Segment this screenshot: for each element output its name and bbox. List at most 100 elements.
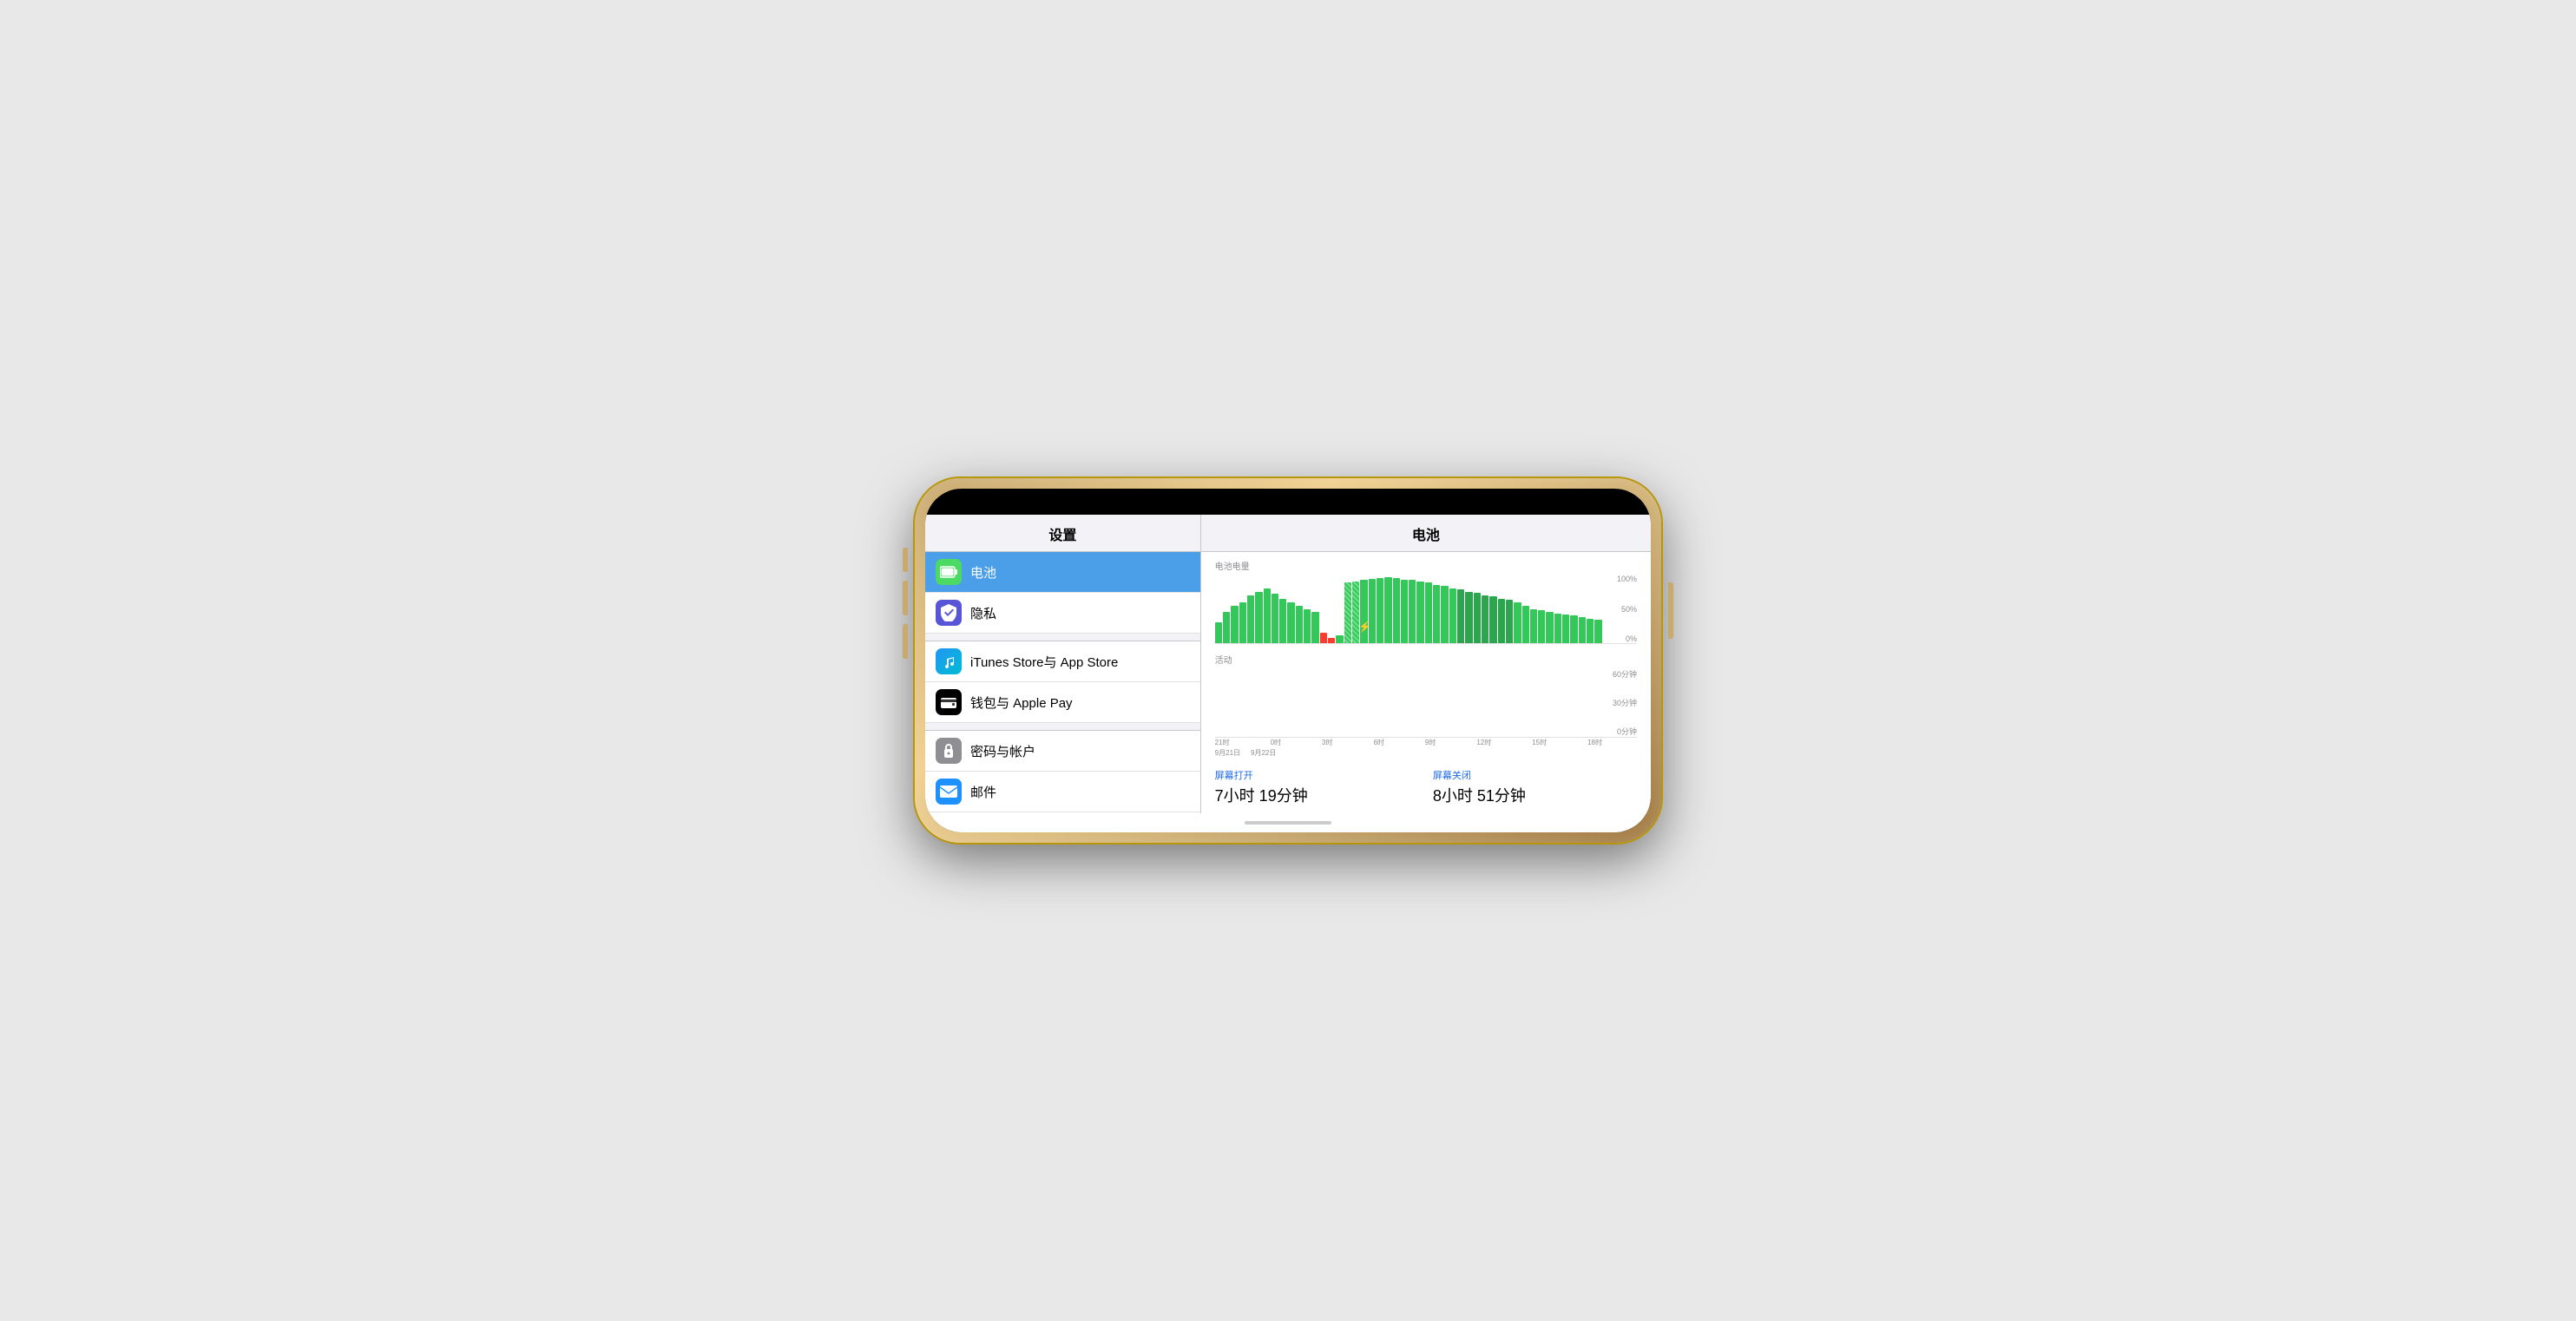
time-label-2: 3时 bbox=[1322, 738, 1332, 747]
stats-row: 屏幕打开 7小时 19分钟 屏幕关闭 8小时 51分钟 bbox=[1215, 768, 1637, 806]
battery-bar-40 bbox=[1538, 610, 1545, 643]
battery-grid: 100% 50% 0% bbox=[1606, 575, 1637, 643]
battery-bar-46 bbox=[1587, 619, 1594, 643]
battery-bar-31 bbox=[1465, 592, 1472, 643]
battery-bar-3 bbox=[1239, 602, 1246, 643]
passwords-icon bbox=[936, 738, 962, 764]
battery-bar-34 bbox=[1489, 596, 1496, 643]
battery-bar-7 bbox=[1272, 594, 1278, 643]
battery-bar-8 bbox=[1279, 599, 1286, 643]
battery-bar-38 bbox=[1522, 606, 1529, 643]
settings-item-privacy[interactable]: 隐私 bbox=[925, 593, 1200, 634]
screen-off-stat: 屏幕关闭 8小时 51分钟 bbox=[1433, 768, 1637, 806]
battery-bars bbox=[1215, 575, 1602, 643]
screen-content: 设置 电池隐私 iTunes Store与 App Store 钱包与 Apple … bbox=[925, 489, 1651, 832]
battery-bar-22 bbox=[1393, 578, 1400, 643]
wallet-icon bbox=[936, 689, 962, 715]
screen-on-stat: 屏幕打开 7小时 19分钟 bbox=[1215, 768, 1419, 806]
act-grid-30: 30分钟 bbox=[1606, 697, 1637, 708]
privacy-label: 隐私 bbox=[970, 604, 996, 622]
battery-bar-6 bbox=[1264, 588, 1271, 643]
settings-item-passwords[interactable]: 密码与帐户 bbox=[925, 730, 1200, 772]
date-label-0: 9月21日 bbox=[1215, 748, 1240, 758]
grid-50: 50% bbox=[1606, 605, 1637, 614]
battery-bar-28 bbox=[1441, 586, 1448, 643]
time-label-0: 21时 bbox=[1215, 738, 1230, 747]
home-bar bbox=[925, 813, 1651, 832]
mute-button bbox=[903, 548, 908, 572]
settings-item-wallet[interactable]: 钱包与 Apple Pay bbox=[925, 682, 1200, 723]
battery-chart-label: 电池电量 bbox=[1215, 559, 1637, 572]
screen-on-label: 屏幕打开 bbox=[1215, 768, 1419, 782]
battery-bar-21 bbox=[1384, 577, 1391, 643]
time-label-6: 15时 bbox=[1532, 738, 1547, 747]
battery-bar-35 bbox=[1498, 599, 1505, 643]
itunes-icon bbox=[936, 648, 962, 674]
battery-panel: 电池 电池电量 100% 50% 0% bbox=[1201, 515, 1651, 813]
battery-bar-29 bbox=[1449, 588, 1456, 643]
volume-up-button bbox=[903, 581, 908, 615]
wallet-label: 钱包与 Apple Pay bbox=[970, 693, 1073, 712]
act-grid-0: 0分钟 bbox=[1606, 726, 1637, 737]
date-labels: 9月21日9月22日 bbox=[1215, 748, 1602, 758]
battery-bar-19 bbox=[1369, 579, 1376, 643]
battery-bar-0 bbox=[1215, 622, 1222, 643]
battery-bar-16 bbox=[1344, 582, 1351, 643]
battery-bar-32 bbox=[1474, 593, 1481, 643]
battery-bar-4 bbox=[1247, 595, 1254, 643]
home-indicator bbox=[1245, 821, 1331, 825]
battery-bar-2 bbox=[1231, 606, 1238, 643]
settings-title: 设置 bbox=[925, 515, 1200, 552]
battery-content: 电池电量 100% 50% 0% ⚡ bbox=[1201, 552, 1651, 813]
time-labels: 21时0时3时6时9时12时15时18时 bbox=[1215, 738, 1602, 747]
battery-bar-5 bbox=[1255, 592, 1262, 643]
battery-bar-27 bbox=[1433, 585, 1440, 643]
battery-bar-26 bbox=[1425, 582, 1432, 643]
settings-item-itunes[interactable]: iTunes Store与 App Store bbox=[925, 641, 1200, 682]
battery-bar-42 bbox=[1554, 614, 1561, 643]
settings-item-mail[interactable]: 邮件 bbox=[925, 772, 1200, 812]
mail-icon bbox=[936, 779, 962, 805]
battery-bar-41 bbox=[1546, 612, 1553, 643]
notch bbox=[1236, 489, 1340, 508]
battery-bar-1 bbox=[1223, 612, 1230, 643]
time-label-1: 0时 bbox=[1271, 738, 1281, 747]
activity-grid: 60分钟 30分钟 0分钟 bbox=[1606, 668, 1637, 737]
notch-bar bbox=[925, 489, 1651, 515]
battery-bar-37 bbox=[1514, 602, 1521, 643]
battery-bar-11 bbox=[1304, 609, 1311, 644]
settings-item-battery[interactable]: 电池 bbox=[925, 552, 1200, 593]
battery-bar-24 bbox=[1409, 580, 1416, 643]
battery-bar-44 bbox=[1570, 615, 1577, 643]
settings-panel: 设置 电池隐私 iTunes Store与 App Store 钱包与 Apple … bbox=[925, 515, 1201, 813]
phone-screen: 设置 电池隐私 iTunes Store与 App Store 钱包与 Apple … bbox=[925, 489, 1651, 832]
battery-bar-39 bbox=[1530, 609, 1537, 644]
screen-on-value: 7小时 19分钟 bbox=[1215, 784, 1419, 806]
battery-bar-36 bbox=[1506, 600, 1513, 643]
grid-0: 0% bbox=[1606, 634, 1637, 643]
power-button bbox=[1668, 582, 1673, 639]
battery-bar-47 bbox=[1594, 620, 1601, 643]
battery-icon bbox=[936, 559, 962, 585]
activity-chart-label: 活动 bbox=[1215, 653, 1637, 666]
battery-bar-14 bbox=[1328, 638, 1335, 643]
time-label-7: 18时 bbox=[1587, 738, 1602, 747]
itunes-label: iTunes Store与 App Store bbox=[970, 653, 1118, 671]
passwords-label: 密码与帐户 bbox=[970, 742, 1035, 760]
battery-bar-15 bbox=[1336, 635, 1343, 643]
battery-chart-section: 电池电量 100% 50% 0% ⚡ bbox=[1215, 559, 1637, 647]
battery-label: 电池 bbox=[970, 563, 996, 582]
grid-100: 100% bbox=[1606, 575, 1637, 583]
battery-bar-12 bbox=[1311, 612, 1318, 643]
battery-bar-23 bbox=[1401, 580, 1408, 643]
battery-bar-17 bbox=[1352, 582, 1359, 643]
battery-bar-10 bbox=[1296, 606, 1303, 643]
battery-bar-20 bbox=[1377, 578, 1383, 643]
battery-bar-33 bbox=[1482, 595, 1488, 643]
battery-bar-43 bbox=[1562, 614, 1569, 643]
activity-bars bbox=[1215, 668, 1602, 737]
time-label-4: 9时 bbox=[1425, 738, 1436, 747]
battery-chart-container: 100% 50% 0% ⚡ bbox=[1215, 575, 1637, 644]
screen-off-label: 屏幕关闭 bbox=[1433, 768, 1637, 782]
act-grid-60: 60分钟 bbox=[1606, 668, 1637, 680]
